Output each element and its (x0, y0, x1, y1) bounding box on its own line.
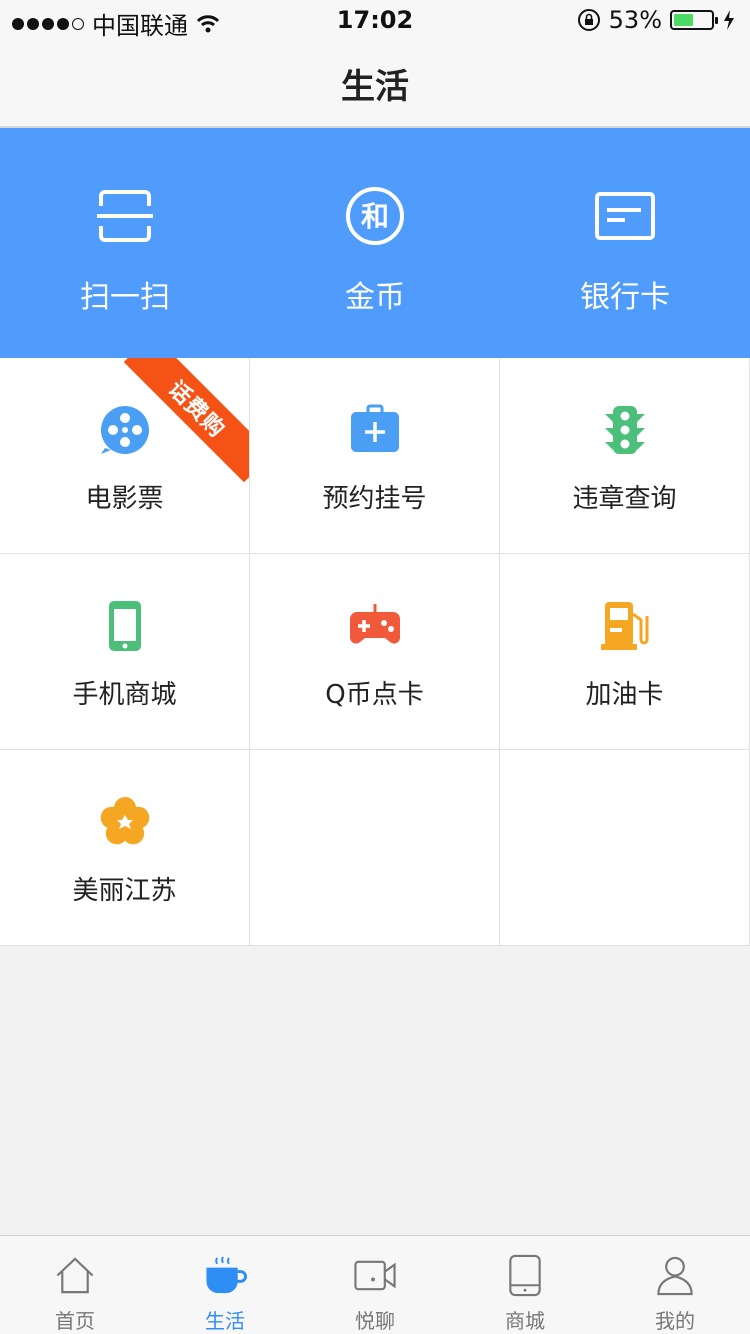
service-label: 美丽江苏 (72, 876, 177, 906)
navigation-bar: 生活 (0, 40, 750, 128)
bank-card-icon (595, 192, 655, 240)
tab-chat[interactable]: 悦聊 (300, 1236, 450, 1334)
medical-kit-icon (350, 404, 399, 452)
rotation-lock-icon (577, 9, 600, 31)
services-grid: 电影票 话费购 预约挂号 违章查询 手机商城 Q币点卡 加油卡 美丽江苏 (0, 358, 750, 946)
battery-level (674, 14, 694, 26)
gamepad-icon (349, 604, 400, 644)
mobile-phone-icon (108, 601, 141, 651)
charging-bolt-icon (724, 10, 734, 30)
tab-bar: 首页 生活 悦聊 商城 我的 (0, 1235, 750, 1334)
tab-label: 商城 (505, 1309, 545, 1333)
tab-label: 生活 (205, 1309, 245, 1333)
service-label: 手机商城 (72, 680, 177, 710)
gas-pump-icon (600, 602, 648, 650)
empty-cell (250, 750, 500, 946)
service-label: 电影票 (85, 484, 164, 514)
service-q-coin-card[interactable]: Q币点卡 (250, 554, 500, 750)
quick-actions-banner: 扫一扫 和 金币 银行卡 (0, 128, 750, 358)
tablet-icon (509, 1254, 541, 1297)
scan-label: 扫一扫 (80, 280, 170, 315)
service-beautiful-jiangsu[interactable]: 美丽江苏 (0, 750, 250, 946)
tab-mine[interactable]: 我的 (600, 1236, 750, 1334)
tab-label: 首页 (55, 1309, 95, 1333)
service-mobile-mall[interactable]: 手机商城 (0, 554, 250, 750)
home-icon (56, 1257, 94, 1294)
coffee-cup-icon (206, 1256, 247, 1294)
service-label: Q币点卡 (325, 680, 424, 710)
tab-life[interactable]: 生活 (150, 1236, 300, 1334)
status-right: 53% (577, 6, 736, 34)
battery-percent: 53% (608, 6, 662, 34)
service-hospital-appointment[interactable]: 预约挂号 (250, 358, 500, 554)
coin-button[interactable]: 和 金币 (250, 128, 500, 358)
bank-card-button[interactable]: 银行卡 (500, 128, 750, 358)
coin-he-icon: 和 (346, 187, 404, 245)
film-reel-icon (100, 406, 149, 454)
tab-label: 我的 (655, 1309, 695, 1333)
traffic-light-icon (604, 406, 645, 454)
flower-icon (100, 797, 149, 845)
service-traffic-violation[interactable]: 违章查询 (500, 358, 750, 554)
scan-icon (97, 190, 153, 242)
bank-card-label: 银行卡 (580, 280, 670, 315)
svg-text:和: 和 (361, 200, 389, 233)
service-label: 加油卡 (585, 680, 664, 710)
empty-cell (500, 750, 750, 946)
tab-home[interactable]: 首页 (0, 1236, 150, 1334)
video-camera-icon (354, 1260, 396, 1291)
service-label: 预约挂号 (322, 484, 427, 514)
tab-label: 悦聊 (355, 1309, 395, 1333)
service-gas-card[interactable]: 加油卡 (500, 554, 750, 750)
tab-mall[interactable]: 商城 (450, 1236, 600, 1334)
coin-label: 金币 (345, 280, 405, 315)
user-icon (657, 1256, 693, 1296)
service-label: 违章查询 (572, 484, 677, 514)
battery-icon (670, 10, 718, 30)
scan-button[interactable]: 扫一扫 (0, 128, 250, 358)
service-movie-tickets[interactable]: 电影票 话费购 (0, 358, 250, 554)
page-title: 生活 (341, 66, 409, 107)
status-bar: 中国联通 17:02 53% (0, 0, 750, 40)
